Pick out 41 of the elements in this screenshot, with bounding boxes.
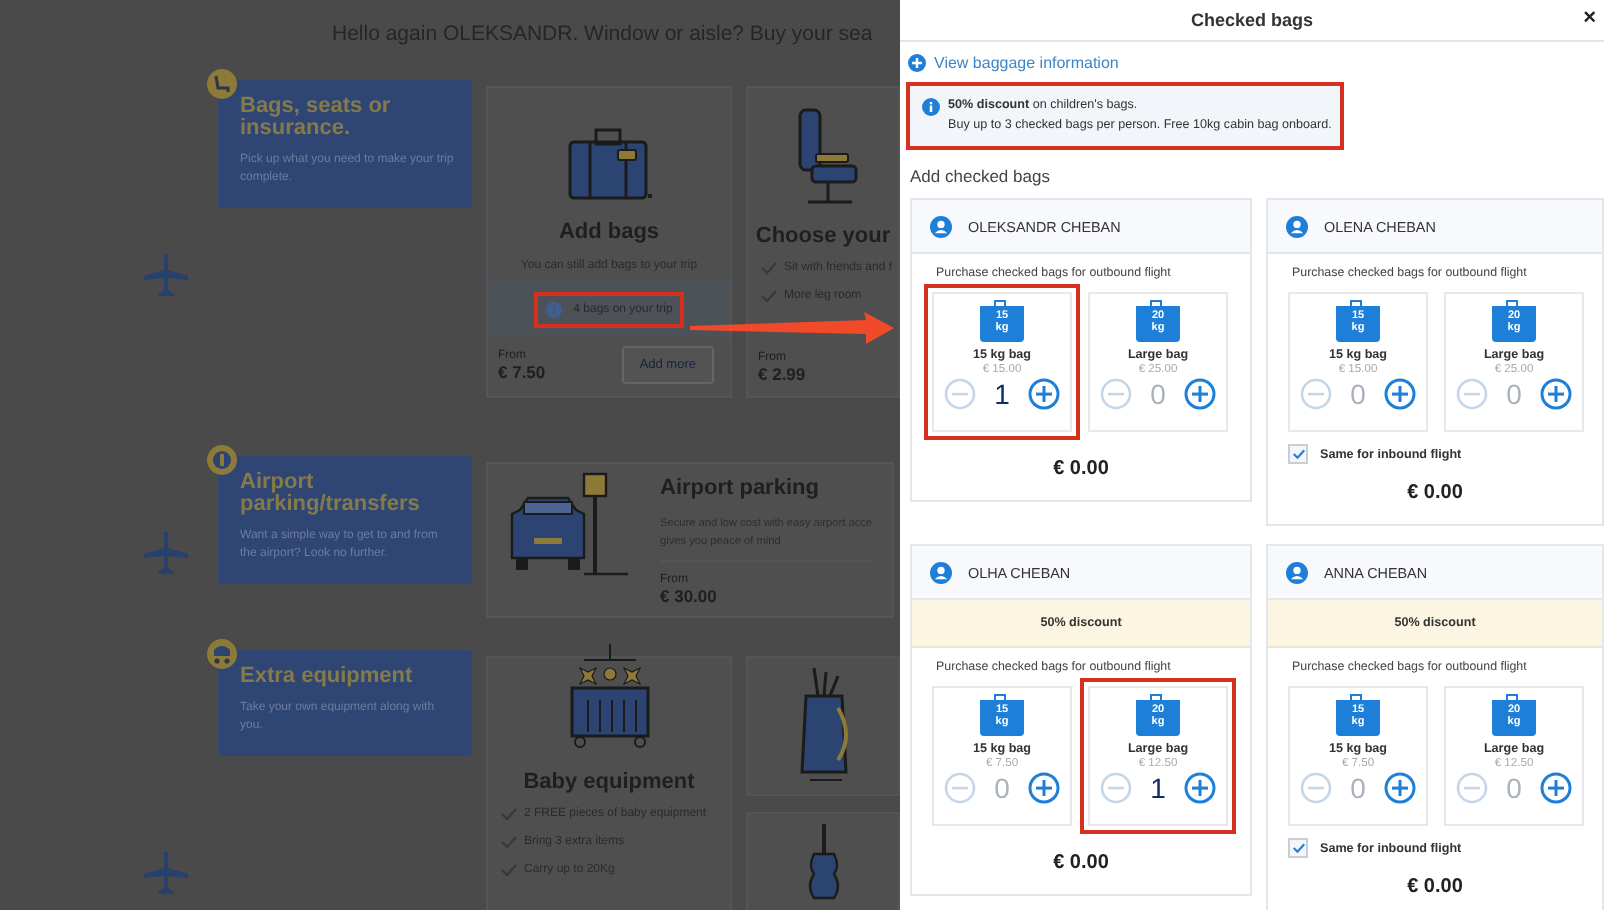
close-button[interactable]: × (1579, 6, 1600, 30)
increase-button[interactable] (1028, 378, 1060, 410)
dialog-title: Checked bags (1190, 10, 1314, 30)
baggage-info-link[interactable]: View baggage information (908, 54, 1119, 72)
person-icon (1286, 215, 1308, 237)
quantity: 1 (1148, 772, 1168, 804)
total-price: € 0.00 (1051, 458, 1111, 480)
increase-button[interactable] (1184, 772, 1216, 804)
plus-circle-icon (908, 54, 926, 72)
suitcase-drawing (565, 126, 653, 203)
section-heading: Add checked bags (910, 166, 1052, 186)
info-icon (922, 98, 940, 116)
section-title: Bags, seats or insurance. (240, 96, 393, 140)
total-price: € 0.00 (1405, 482, 1465, 504)
quantity: 0 (1348, 772, 1368, 804)
section-title: Extra equipment (240, 666, 415, 688)
quantity: 0 (1504, 772, 1524, 804)
quantity: 1 (992, 378, 1012, 410)
checkbox[interactable] (1288, 838, 1308, 858)
quantity: 0 (1504, 378, 1524, 410)
seat-icon (206, 68, 238, 100)
increase-button[interactable] (1384, 772, 1416, 804)
airplane-icon (142, 850, 190, 896)
checkbox[interactable] (1288, 444, 1308, 464)
person-icon (930, 215, 952, 237)
increase-button[interactable] (1028, 772, 1060, 804)
quantity: 0 (992, 772, 1012, 804)
section-title: Airport parking/transfers (240, 472, 422, 516)
info-icon (545, 301, 562, 318)
quantity: 0 (1348, 378, 1368, 410)
increase-button[interactable] (1184, 378, 1216, 410)
airplane-icon (142, 529, 190, 575)
quantity: 0 (1148, 378, 1168, 410)
increase-button[interactable] (1384, 378, 1416, 410)
airplane-icon (142, 251, 190, 297)
increase-button[interactable] (1540, 378, 1572, 410)
total-price: € 0.00 (1051, 852, 1111, 874)
increase-button[interactable] (1540, 772, 1572, 804)
total-price: € 0.00 (1405, 876, 1465, 898)
person-icon (930, 561, 952, 583)
person-icon (1286, 561, 1308, 583)
